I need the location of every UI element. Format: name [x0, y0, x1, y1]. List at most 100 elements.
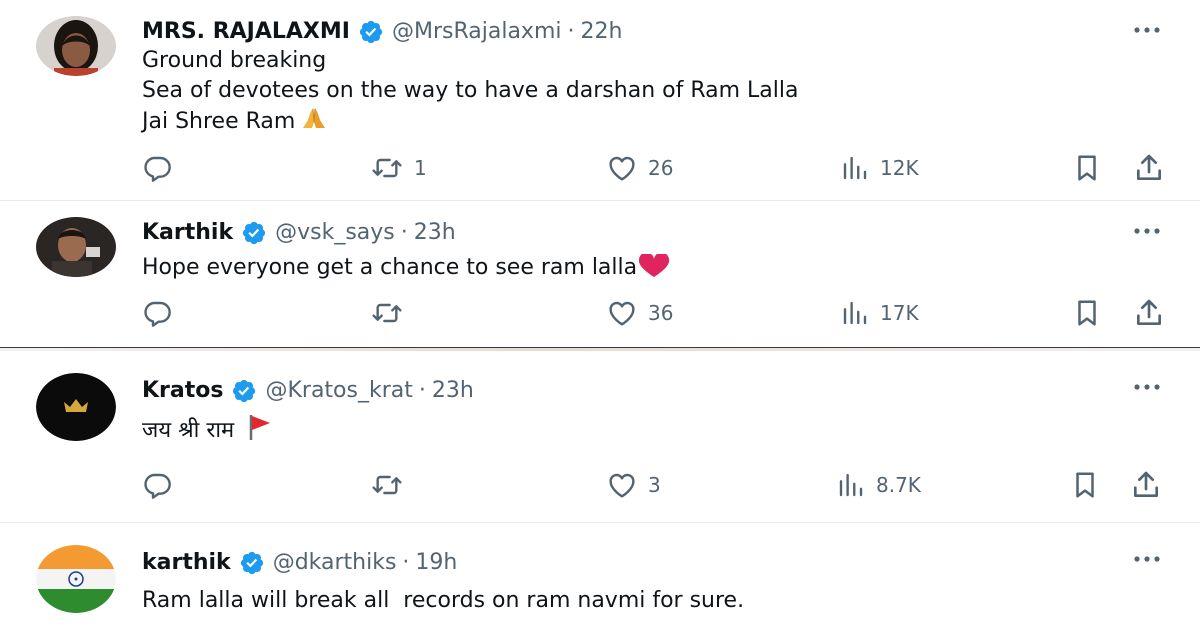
- tweet-header: karthik @dkarthiks · 19h: [142, 549, 457, 577]
- verified-badge-icon: [231, 378, 257, 404]
- more-icon[interactable]: [1132, 223, 1162, 239]
- retweet-icon: [370, 297, 404, 329]
- views-button[interactable]: 12K: [840, 151, 919, 185]
- tweet-header: MRS. RAJALAXMI @MrsRajalaxmi · 22h: [142, 18, 622, 46]
- retweet-button[interactable]: [370, 468, 414, 502]
- folded-hands-emoji-icon: [303, 108, 326, 128]
- red-heart-emoji-icon: [639, 254, 670, 277]
- tweet-card[interactable]: MRS. RAJALAXMI @MrsRajalaxmi · 22h Groun…: [0, 0, 1200, 200]
- action-bar: 1 26 12K: [0, 151, 1200, 185]
- avatar[interactable]: [36, 16, 116, 76]
- tweet-text: Hope everyone get a chance to see ram la…: [142, 253, 671, 283]
- action-bar: 36 17K: [0, 296, 1200, 330]
- bookmark-icon: [1072, 152, 1102, 184]
- tweet-text: Ram lalla will break all records on ram …: [142, 586, 744, 616]
- tweet-text-line: Ground breaking: [142, 48, 327, 73]
- woman-portrait-icon: [36, 16, 116, 76]
- man-portrait-icon: [36, 217, 116, 277]
- share-icon: [1133, 297, 1165, 329]
- reply-icon: [141, 152, 173, 184]
- like-icon: [606, 469, 638, 501]
- like-count: 36: [648, 301, 674, 325]
- tweet-text-line: Jai Shree Ram: [142, 106, 798, 137]
- more-icon[interactable]: [1132, 551, 1162, 567]
- share-button[interactable]: [1133, 151, 1165, 185]
- retweet-button[interactable]: 1: [370, 151, 427, 185]
- display-name[interactable]: karthik: [142, 549, 231, 577]
- reply-icon: [141, 297, 173, 329]
- tweet-text: जय श्री राम: [142, 413, 276, 446]
- avatar[interactable]: [36, 217, 116, 277]
- crown-avatar-icon: [36, 373, 116, 441]
- separator-dot: ·: [567, 19, 575, 44]
- reply-icon: [141, 469, 173, 501]
- separator-dot: ·: [400, 220, 408, 245]
- separator-dot: ·: [418, 378, 426, 403]
- indian-flag-avatar-icon: [36, 545, 116, 613]
- tweet-text-fragment: Jai Shree Ram: [142, 109, 296, 134]
- like-icon: [606, 297, 638, 329]
- view-count: 8.7K: [876, 473, 921, 497]
- user-handle[interactable]: @vsk_says: [275, 219, 395, 247]
- like-button[interactable]: 36: [606, 296, 673, 330]
- share-button[interactable]: [1130, 468, 1162, 502]
- like-button[interactable]: 26: [606, 151, 673, 185]
- tweet-text-fragment: Hope everyone get a chance to see ram la…: [142, 255, 638, 280]
- verified-badge-icon: [241, 220, 267, 246]
- reply-button[interactable]: [141, 296, 183, 330]
- retweet-icon: [370, 469, 404, 501]
- user-handle[interactable]: @dkarthiks: [273, 549, 397, 577]
- tweet-text-line: जय श्री राम: [142, 413, 276, 446]
- red-flag-emoji-icon: [249, 415, 271, 440]
- timestamp[interactable]: 23h: [432, 377, 474, 405]
- share-icon: [1133, 152, 1165, 184]
- retweet-count: 1: [414, 156, 427, 180]
- timestamp[interactable]: 23h: [414, 219, 456, 247]
- retweet-button[interactable]: [370, 296, 414, 330]
- like-count: 26: [648, 156, 674, 180]
- display-name[interactable]: Karthik: [142, 219, 233, 247]
- display-name[interactable]: Kratos: [142, 377, 223, 405]
- bookmark-button[interactable]: [1072, 296, 1102, 330]
- bookmark-button[interactable]: [1070, 468, 1100, 502]
- reply-button[interactable]: [141, 468, 183, 502]
- avatar[interactable]: [36, 545, 116, 613]
- like-icon: [606, 152, 638, 184]
- tweet-text-fragment: जय श्री राम: [142, 418, 235, 443]
- avatar[interactable]: [36, 373, 116, 441]
- verified-badge-icon: [358, 19, 384, 45]
- share-icon: [1130, 469, 1162, 501]
- more-icon[interactable]: [1132, 379, 1162, 395]
- share-button[interactable]: [1133, 296, 1165, 330]
- views-icon: [836, 469, 866, 501]
- action-bar: 3 8.7K: [0, 468, 1200, 502]
- tweet-card[interactable]: Kratos @Kratos_krat · 23h जय श्री राम 3 …: [0, 351, 1200, 522]
- separator-dot: ·: [402, 550, 410, 575]
- views-button[interactable]: 17K: [840, 296, 919, 330]
- retweet-icon: [370, 152, 404, 184]
- views-icon: [840, 297, 870, 329]
- timestamp[interactable]: 22h: [581, 18, 623, 46]
- reply-button[interactable]: [141, 151, 183, 185]
- tweet-text-line: Hope everyone get a chance to see ram la…: [142, 253, 671, 283]
- tweet-text: Ground breaking Sea of devotees on the w…: [142, 46, 798, 137]
- view-count: 17K: [880, 301, 919, 325]
- like-button[interactable]: 3: [606, 468, 661, 502]
- display-name[interactable]: MRS. RAJALAXMI: [142, 18, 350, 46]
- bookmark-icon: [1070, 469, 1100, 501]
- tweet-text-line: Sea of devotees on the way to have a dar…: [142, 78, 799, 103]
- timestamp[interactable]: 19h: [415, 549, 457, 577]
- view-count: 12K: [880, 156, 919, 180]
- bookmark-icon: [1072, 297, 1102, 329]
- bookmark-button[interactable]: [1072, 151, 1102, 185]
- like-count: 3: [648, 473, 661, 497]
- views-icon: [840, 152, 870, 184]
- tweet-header: Karthik @vsk_says · 23h: [142, 219, 456, 247]
- tweet-text-line: Ram lalla will break all records on ram …: [142, 588, 745, 613]
- tweet-card[interactable]: Karthik @vsk_says · 23h Hope everyone ge…: [0, 201, 1200, 347]
- views-button[interactable]: 8.7K: [836, 468, 921, 502]
- more-icon[interactable]: [1132, 22, 1162, 38]
- user-handle[interactable]: @MrsRajalaxmi: [392, 18, 562, 46]
- tweet-card[interactable]: karthik @dkarthiks · 19h Ram lalla will …: [0, 523, 1200, 628]
- user-handle[interactable]: @Kratos_krat: [265, 377, 412, 405]
